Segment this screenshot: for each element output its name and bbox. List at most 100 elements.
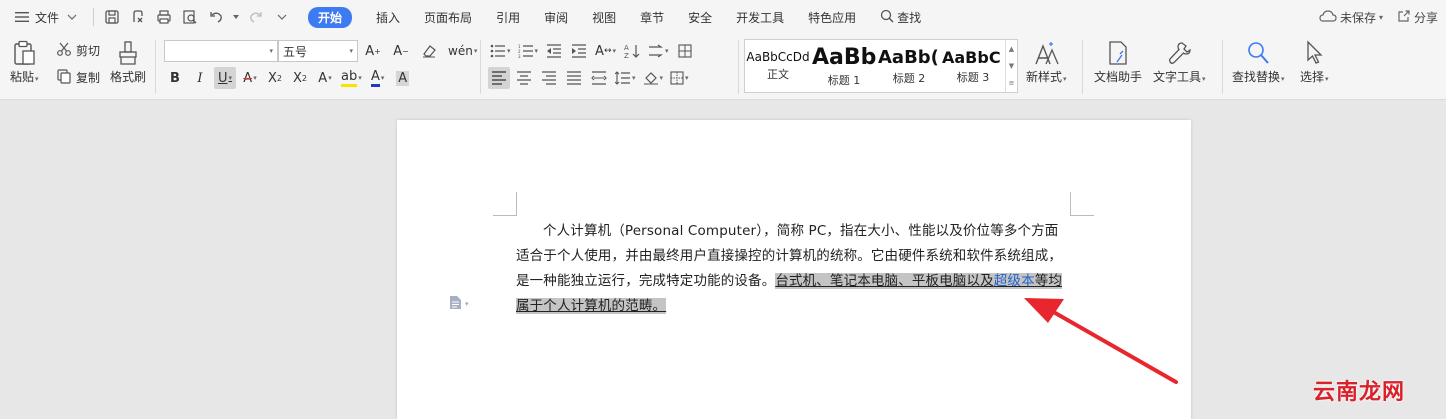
distributed-icon[interactable] <box>588 67 610 89</box>
undo-dropdown-icon[interactable] <box>232 7 240 27</box>
scroll-up-icon[interactable]: ▲ <box>1009 45 1014 53</box>
copy-icon <box>56 68 72 87</box>
sort-icon[interactable]: AZ <box>621 40 643 62</box>
document-page[interactable]: 个人计算机（Personal Computer），简称 PC，指在大小、性能以及… <box>397 120 1191 419</box>
highlight-icon[interactable]: ab ▾ <box>339 67 364 89</box>
font-name-combo[interactable]: ▾ <box>164 40 278 62</box>
caret-icon: ▾ <box>1063 75 1067 83</box>
shading-icon[interactable]: ▾ <box>641 67 666 89</box>
save-icon[interactable] <box>102 7 122 27</box>
styles-scroll[interactable]: ▲ ▼ ≡ <box>1005 40 1017 92</box>
wrench-icon <box>1166 40 1192 66</box>
tab-home[interactable]: 开始 <box>296 0 364 34</box>
export-icon[interactable] <box>128 7 148 27</box>
doc-helper-label: 文档助手 <box>1094 70 1143 84</box>
print-preview-icon[interactable] <box>180 7 200 27</box>
italic-icon[interactable]: I <box>189 67 211 89</box>
line-spacing-icon[interactable]: ▾ <box>613 67 638 89</box>
styles-gallery: AaBbCcDd 正文 AaBb 标题 1 AaBb( 标题 2 AaBbC 标… <box>744 39 1018 93</box>
tab-insert[interactable]: 插入 <box>364 0 412 34</box>
text-direction-icon[interactable]: A ↔ ▾ <box>593 40 618 62</box>
unsaved-label: 未保存 <box>1339 10 1376 25</box>
style-heading-1[interactable]: AaBb 标题 1 <box>811 40 877 92</box>
text-tools-button[interactable]: 文字工具▾ <box>1153 40 1206 85</box>
svg-text:3: 3 <box>518 54 521 58</box>
style-label: 正文 <box>767 68 789 81</box>
paste-label: 粘贴 <box>10 70 35 84</box>
list-row: ▾ 1 2 3 ▾ A ↔ ▾ AZ ▾ <box>488 40 696 62</box>
font-color-icon[interactable]: A ▾ <box>367 67 389 89</box>
format-painter-button[interactable]: 格式刷 <box>110 40 146 85</box>
table-grid-icon[interactable] <box>674 40 696 62</box>
align-right-icon[interactable] <box>538 67 560 89</box>
print-icon[interactable] <box>154 7 174 27</box>
new-style-button[interactable]: 新样式▾ <box>1026 40 1067 85</box>
share-button[interactable]: 分享 <box>1397 9 1438 26</box>
increase-indent-icon[interactable] <box>568 40 590 62</box>
select-label: 选择 <box>1300 70 1325 84</box>
tab-developer[interactable]: 开发工具 <box>724 0 796 34</box>
group-divider <box>1222 40 1223 94</box>
select-button[interactable]: 选择▾ <box>1300 40 1329 85</box>
tab-review-label: 审阅 <box>544 10 569 25</box>
style-heading-3[interactable]: AaBbC 标题 3 <box>941 40 1005 92</box>
document-paragraph[interactable]: 个人计算机（Personal Computer），简称 PC，指在大小、性能以及… <box>516 219 1072 319</box>
subscript-icon[interactable]: X2 <box>289 67 311 89</box>
customize-chevron-icon[interactable] <box>272 7 292 27</box>
copy-button[interactable]: 复制 <box>56 68 100 87</box>
hyperlink[interactable]: 超级本 <box>994 273 1035 289</box>
file-menu[interactable]: 文件 <box>0 0 89 34</box>
bold-icon[interactable]: B <box>164 67 186 89</box>
numbered-list-icon[interactable]: 1 2 3 ▾ <box>516 40 541 62</box>
style-label: 标题 1 <box>827 73 861 87</box>
tab-view[interactable]: 视图 <box>580 0 628 34</box>
underline-icon[interactable]: U ▾ <box>214 67 236 89</box>
shrink-font-icon[interactable]: A − <box>390 40 412 62</box>
superscript-icon[interactable]: X2 <box>264 67 286 89</box>
borders-icon[interactable]: ▾ <box>668 67 691 89</box>
font-size-combo[interactable]: 五号 ▾ <box>278 40 358 62</box>
char-shading-icon[interactable]: A <box>392 67 414 89</box>
undo-icon[interactable] <box>206 7 226 27</box>
tab-special-apps-label: 特色应用 <box>808 10 857 25</box>
find-replace-button[interactable]: 查找替换▾ <box>1232 40 1285 85</box>
style-label: 标题 2 <box>892 71 926 85</box>
tab-review[interactable]: 审阅 <box>532 0 580 34</box>
paste-button[interactable]: 粘贴▾ <box>10 40 39 85</box>
expand-icon[interactable]: ≡ <box>1009 79 1015 87</box>
caret-icon: ▾ <box>1202 75 1206 83</box>
tab-references[interactable]: 引用 <box>484 0 532 34</box>
hamburger-icon <box>14 9 30 25</box>
document-icon <box>449 295 462 313</box>
margin-corner-mark <box>493 192 517 216</box>
style-normal[interactable]: AaBbCcDd 正文 <box>745 40 811 92</box>
unsaved-status[interactable]: 未保存 ▾ <box>1319 9 1383 26</box>
tab-security[interactable]: 安全 <box>676 0 724 34</box>
doc-helper-button[interactable]: 文档助手 <box>1094 40 1142 85</box>
align-center-icon[interactable] <box>513 67 535 89</box>
menu-bar: 文件 开始 插入 页面布局 引用 审阅 视图 章节 安全 开发工具 特色应用 查… <box>0 0 1446 34</box>
tab-page-layout[interactable]: 页面布局 <box>412 0 484 34</box>
style-heading-2[interactable]: AaBb( 标题 2 <box>877 40 941 92</box>
clear-format-icon[interactable] <box>418 40 440 62</box>
paragraph-handle[interactable]: ▾ <box>449 295 469 313</box>
share-icon <box>1397 9 1411 26</box>
show-marks-icon[interactable]: ▾ <box>646 40 671 62</box>
align-left-icon[interactable] <box>488 67 510 89</box>
search-button[interactable]: 查找 <box>868 0 933 34</box>
grow-font-icon[interactable]: A + <box>362 40 384 62</box>
scroll-down-icon[interactable]: ▼ <box>1009 62 1014 70</box>
bullet-list-icon[interactable]: ▾ <box>488 40 513 62</box>
cut-button[interactable]: 剪切 <box>56 41 100 60</box>
share-label: 分享 <box>1413 10 1438 25</box>
font-adjust-row: A + A − wén ▾ <box>362 40 479 62</box>
group-divider <box>738 40 739 94</box>
pinyin-guide-icon[interactable]: wén ▾ <box>446 40 479 62</box>
text-effect-icon[interactable]: A ▾ <box>314 67 336 89</box>
justify-icon[interactable] <box>563 67 585 89</box>
redo-icon[interactable] <box>246 7 266 27</box>
strikethrough-icon[interactable]: A ▾ <box>239 67 261 89</box>
tab-section[interactable]: 章节 <box>628 0 676 34</box>
decrease-indent-icon[interactable] <box>543 40 565 62</box>
tab-special-apps[interactable]: 特色应用 <box>796 0 868 34</box>
